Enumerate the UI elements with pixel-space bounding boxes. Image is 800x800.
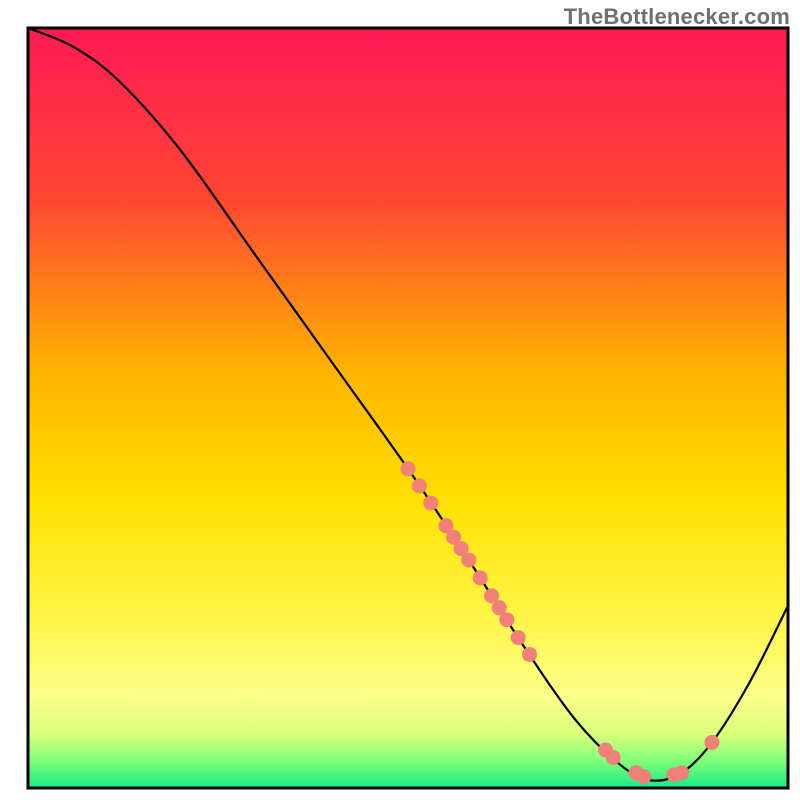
plot-background xyxy=(28,28,788,788)
data-point xyxy=(461,553,476,568)
data-point xyxy=(606,750,621,765)
data-point xyxy=(511,630,526,645)
data-point xyxy=(674,765,689,780)
data-point xyxy=(473,570,488,585)
data-point xyxy=(705,735,720,750)
data-point xyxy=(401,461,416,476)
attribution-label: TheBottlenecker.com xyxy=(564,4,790,30)
data-point xyxy=(423,496,438,511)
data-point xyxy=(636,769,651,784)
chart-container: TheBottlenecker.com xyxy=(0,0,800,800)
chart-svg xyxy=(0,0,800,800)
data-point xyxy=(499,612,514,627)
data-point xyxy=(412,478,427,493)
data-point xyxy=(522,647,537,662)
